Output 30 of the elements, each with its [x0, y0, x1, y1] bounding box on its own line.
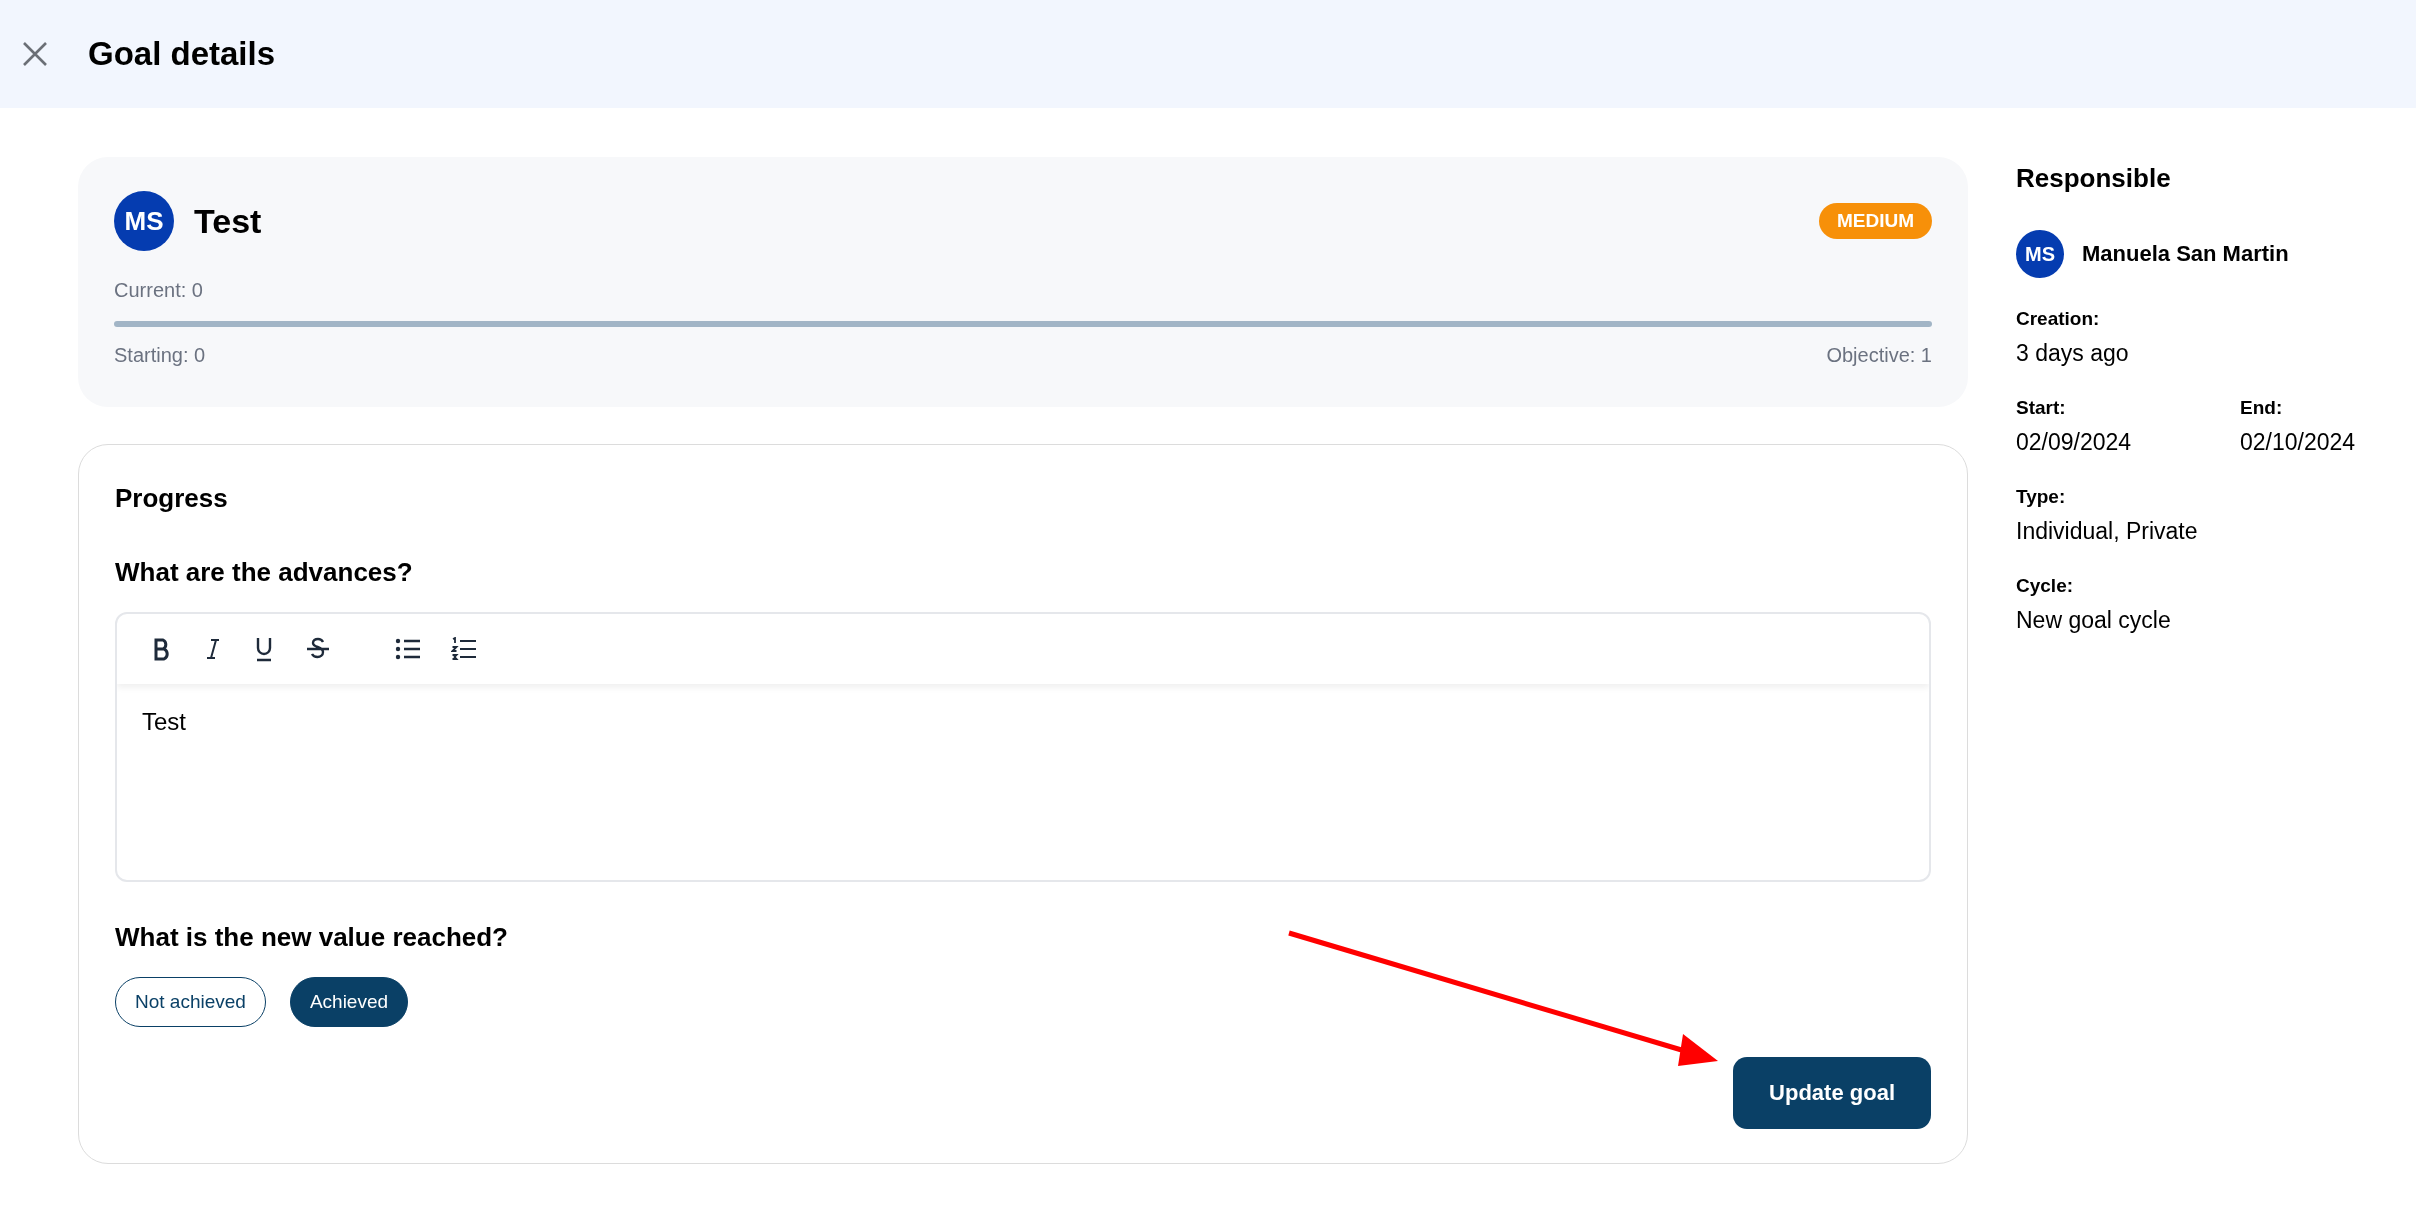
- section-title: Progress: [115, 483, 229, 514]
- person-name: Manuela San Martin: [2082, 241, 2289, 267]
- close-icon[interactable]: [22, 41, 48, 67]
- bullet-list-icon[interactable]: [395, 638, 421, 660]
- rich-text-editor[interactable]: Test: [115, 612, 1931, 882]
- field-value: 3 days ago: [2016, 340, 2130, 367]
- section-title: Responsible: [2016, 163, 2172, 194]
- field-label: Creation:: [2016, 308, 2101, 330]
- option-chip[interactable]: Not achieved: [115, 977, 266, 1027]
- option-chip[interactable]: Achieved: [289, 977, 409, 1027]
- field-label: Start:: [2016, 397, 2067, 419]
- objective-value: Objective: 1: [1826, 344, 1932, 367]
- field-label: Cycle:: [2016, 575, 2075, 597]
- field-label: End:: [2240, 397, 2284, 419]
- field-value: New goal cycle: [2016, 607, 2172, 634]
- numbered-list-icon[interactable]: [451, 637, 477, 661]
- question-label: What are the advances?: [115, 557, 414, 588]
- field-value: Individual, Private: [2016, 518, 2199, 545]
- priority-badge: MEDIUM: [1818, 203, 1932, 239]
- current-value: Current: 0: [114, 279, 203, 301]
- update-goal-button[interactable]: Update goal: [1733, 1057, 1931, 1129]
- field-value: 02/10/2024: [2240, 429, 2357, 456]
- user-avatar: MS: [2016, 230, 2064, 278]
- field-value: 02/09/2024: [2016, 429, 2133, 456]
- goal-title: Test: [194, 201, 263, 241]
- page-title: Goal details: [88, 35, 276, 73]
- field-label: Type:: [2016, 486, 2067, 508]
- user-avatar: MS: [114, 191, 174, 251]
- starting-value: Starting: 0: [114, 344, 206, 367]
- question-label: What is the new value reached?: [115, 922, 509, 953]
